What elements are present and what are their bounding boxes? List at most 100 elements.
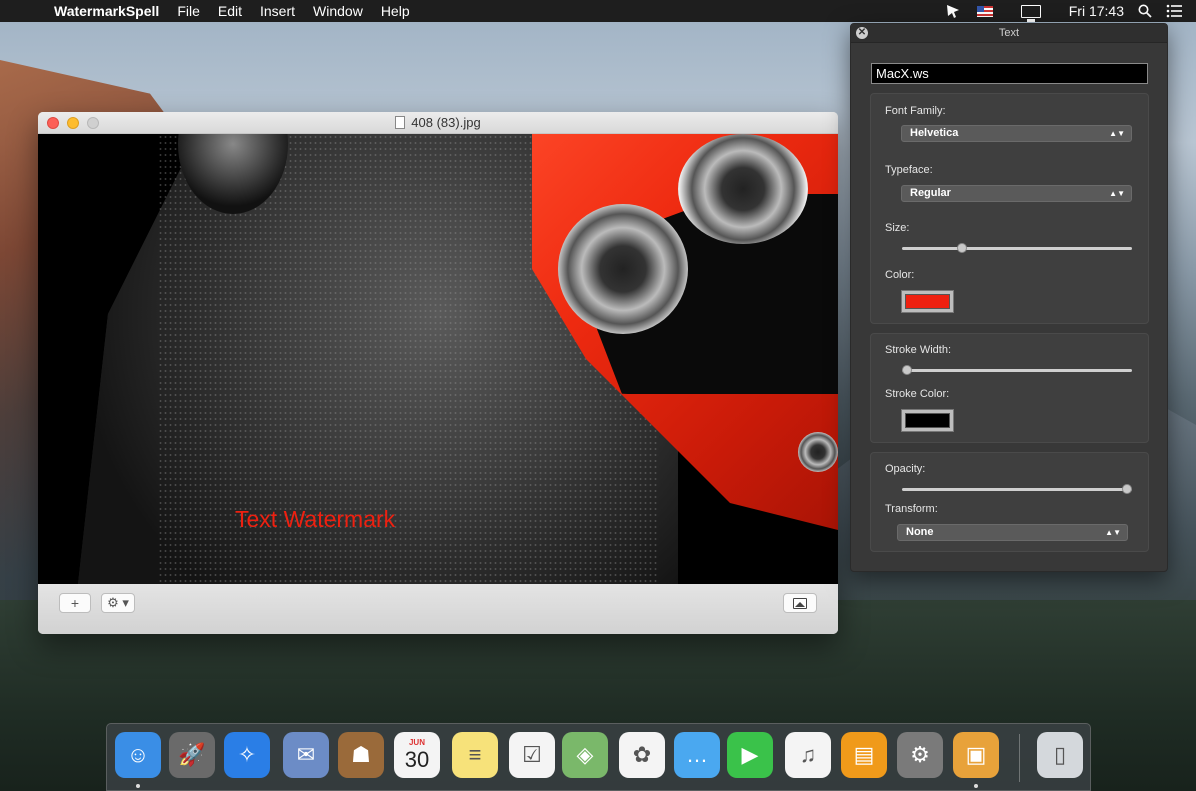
document-window: 408 (83).jpg Text Watermark + ⚙ ▾ [38,112,838,634]
transform-select[interactable]: None ▲▼ [897,524,1128,541]
clock[interactable]: Fri 17:43 [1069,3,1124,19]
gear-menu-button[interactable]: ⚙ ▾ [101,593,135,613]
dock-finder[interactable]: ☺ [115,732,161,778]
photos-flower-icon: ✿ [632,742,652,767]
size-slider[interactable] [902,243,1132,253]
compass-icon: ✧ [237,742,257,767]
us-flag-icon[interactable] [976,5,1007,17]
music-note-icon: ♫ [799,742,817,767]
dock-facetime[interactable]: ▶ [727,732,773,778]
document-file-icon [395,116,406,129]
transform-label: Transform: [885,503,938,515]
color-well-fill [905,294,950,309]
typeface-select[interactable]: Regular ▲▼ [901,185,1132,202]
font-family-value: Helvetica [910,127,959,139]
watermark-text[interactable]: Text Watermark [235,506,395,533]
stroke-color-well-fill [905,413,950,428]
minimize-window-button[interactable] [67,117,79,129]
dock-calendar[interactable]: JUN 30 [394,732,440,778]
stroke-width-label: Stroke Width: [885,344,952,356]
size-slider-knob[interactable] [957,243,967,253]
font-family-select[interactable]: Helvetica ▲▼ [901,125,1132,142]
trash-icon: ▯ [1053,742,1067,767]
photo-headlight [798,432,838,472]
typeface-value: Regular [910,187,951,199]
photo-headlight [558,204,688,334]
dock-mail[interactable]: ✉ [283,732,329,778]
dock-system-preferences[interactable]: ⚙ [897,732,943,778]
opacity-slider-knob[interactable] [1122,484,1132,494]
screen-mirror-icon[interactable] [1020,4,1055,22]
opacity-label: Opacity: [885,463,926,475]
dock-watermarkspell[interactable]: ▣ [953,732,999,778]
font-family-label: Font Family: [885,105,946,117]
stroke-color-label: Stroke Color: [885,388,950,400]
calendar-day: 30 [404,747,430,772]
menu-file[interactable]: File [177,3,200,19]
dock: ☺ 🚀 ✧ ✉ ☗ JUN 30 ≡ ☑ ◈ ✿ … ▶ ♫ ▤ ⚙ ▣ ▯ [106,723,1091,791]
cursor-icon[interactable] [945,3,963,19]
dock-trash[interactable]: ▯ [1037,732,1083,778]
menu-app-name[interactable]: WatermarkSpell [54,3,159,19]
speech-bubble-icon: … [686,742,708,767]
picture-frame-icon: ▣ [965,742,987,767]
size-label: Size: [885,222,910,234]
document-title: 408 (83).jpg [411,115,481,130]
map-icon: ◈ [576,742,594,767]
image-browser-button[interactable] [783,593,817,613]
menu-window[interactable]: Window [313,3,363,19]
panel-titlebar[interactable]: ✕ Text [851,24,1167,43]
dock-notes[interactable]: ≡ [452,732,498,778]
stroke-color-well[interactable] [901,409,954,432]
document-titlebar[interactable]: 408 (83).jpg [38,112,838,134]
typeface-label: Typeface: [885,164,933,176]
spotlight-search-icon[interactable] [1138,4,1152,18]
picture-icon [793,597,807,609]
dock-running-indicator [974,784,978,788]
select-arrows-icon: ▲▼ [1109,189,1125,198]
watermark-text-field[interactable] [871,63,1148,84]
finder-icon: ☺ [126,742,150,767]
notification-center-icon[interactable] [1166,4,1182,18]
checklist-icon: ☑ [522,742,542,767]
dock-contacts[interactable]: ☗ [338,732,384,778]
select-arrows-icon: ▲▼ [1109,129,1125,138]
rocket-icon: 🚀 [178,742,206,767]
menu-insert[interactable]: Insert [260,3,295,19]
panel-title: Text [998,27,1020,39]
stroke-width-slider[interactable] [902,365,1132,375]
open-book-icon: ▤ [853,742,875,767]
dock-safari[interactable]: ✧ [224,732,270,778]
document-toolbar: + ⚙ ▾ [38,584,838,634]
dock-itunes[interactable]: ♫ [785,732,831,778]
dock-ibooks[interactable]: ▤ [841,732,887,778]
color-well[interactable] [901,290,954,313]
text-panel: ✕ Text Font Family: Helvetica ▲▼ Typefac… [850,23,1168,572]
menu-edit[interactable]: Edit [218,3,242,19]
eagle-stamp-icon: ✉ [296,742,316,767]
dock-photos[interactable]: ✿ [619,732,665,778]
gear-icon: ⚙ [910,742,930,767]
opacity-slider[interactable] [902,484,1132,494]
dock-running-indicator [136,784,140,788]
dock-maps[interactable]: ◈ [562,732,608,778]
close-icon[interactable]: ✕ [856,27,868,39]
select-arrows-icon: ▲▼ [1105,528,1121,537]
menu-help[interactable]: Help [381,3,410,19]
menu-bar: WatermarkSpell File Edit Insert Window H… [0,0,1196,22]
stroke-width-slider-knob[interactable] [902,365,912,375]
dock-messages[interactable]: … [674,732,720,778]
color-label: Color: [885,269,915,281]
dock-reminders[interactable]: ☑ [509,732,555,778]
video-camera-icon: ▶ [741,742,759,767]
transform-value: None [906,526,934,538]
dock-launchpad[interactable]: 🚀 [169,732,215,778]
image-canvas[interactable]: Text Watermark [38,134,838,584]
close-window-button[interactable] [47,117,59,129]
zoom-window-button[interactable] [87,117,99,129]
contacts-book-icon: ☗ [351,742,371,767]
photo-headlight [678,134,808,244]
notepad-icon: ≡ [468,742,482,767]
add-watermark-button[interactable]: + [59,593,91,613]
dock-separator [1019,734,1020,782]
